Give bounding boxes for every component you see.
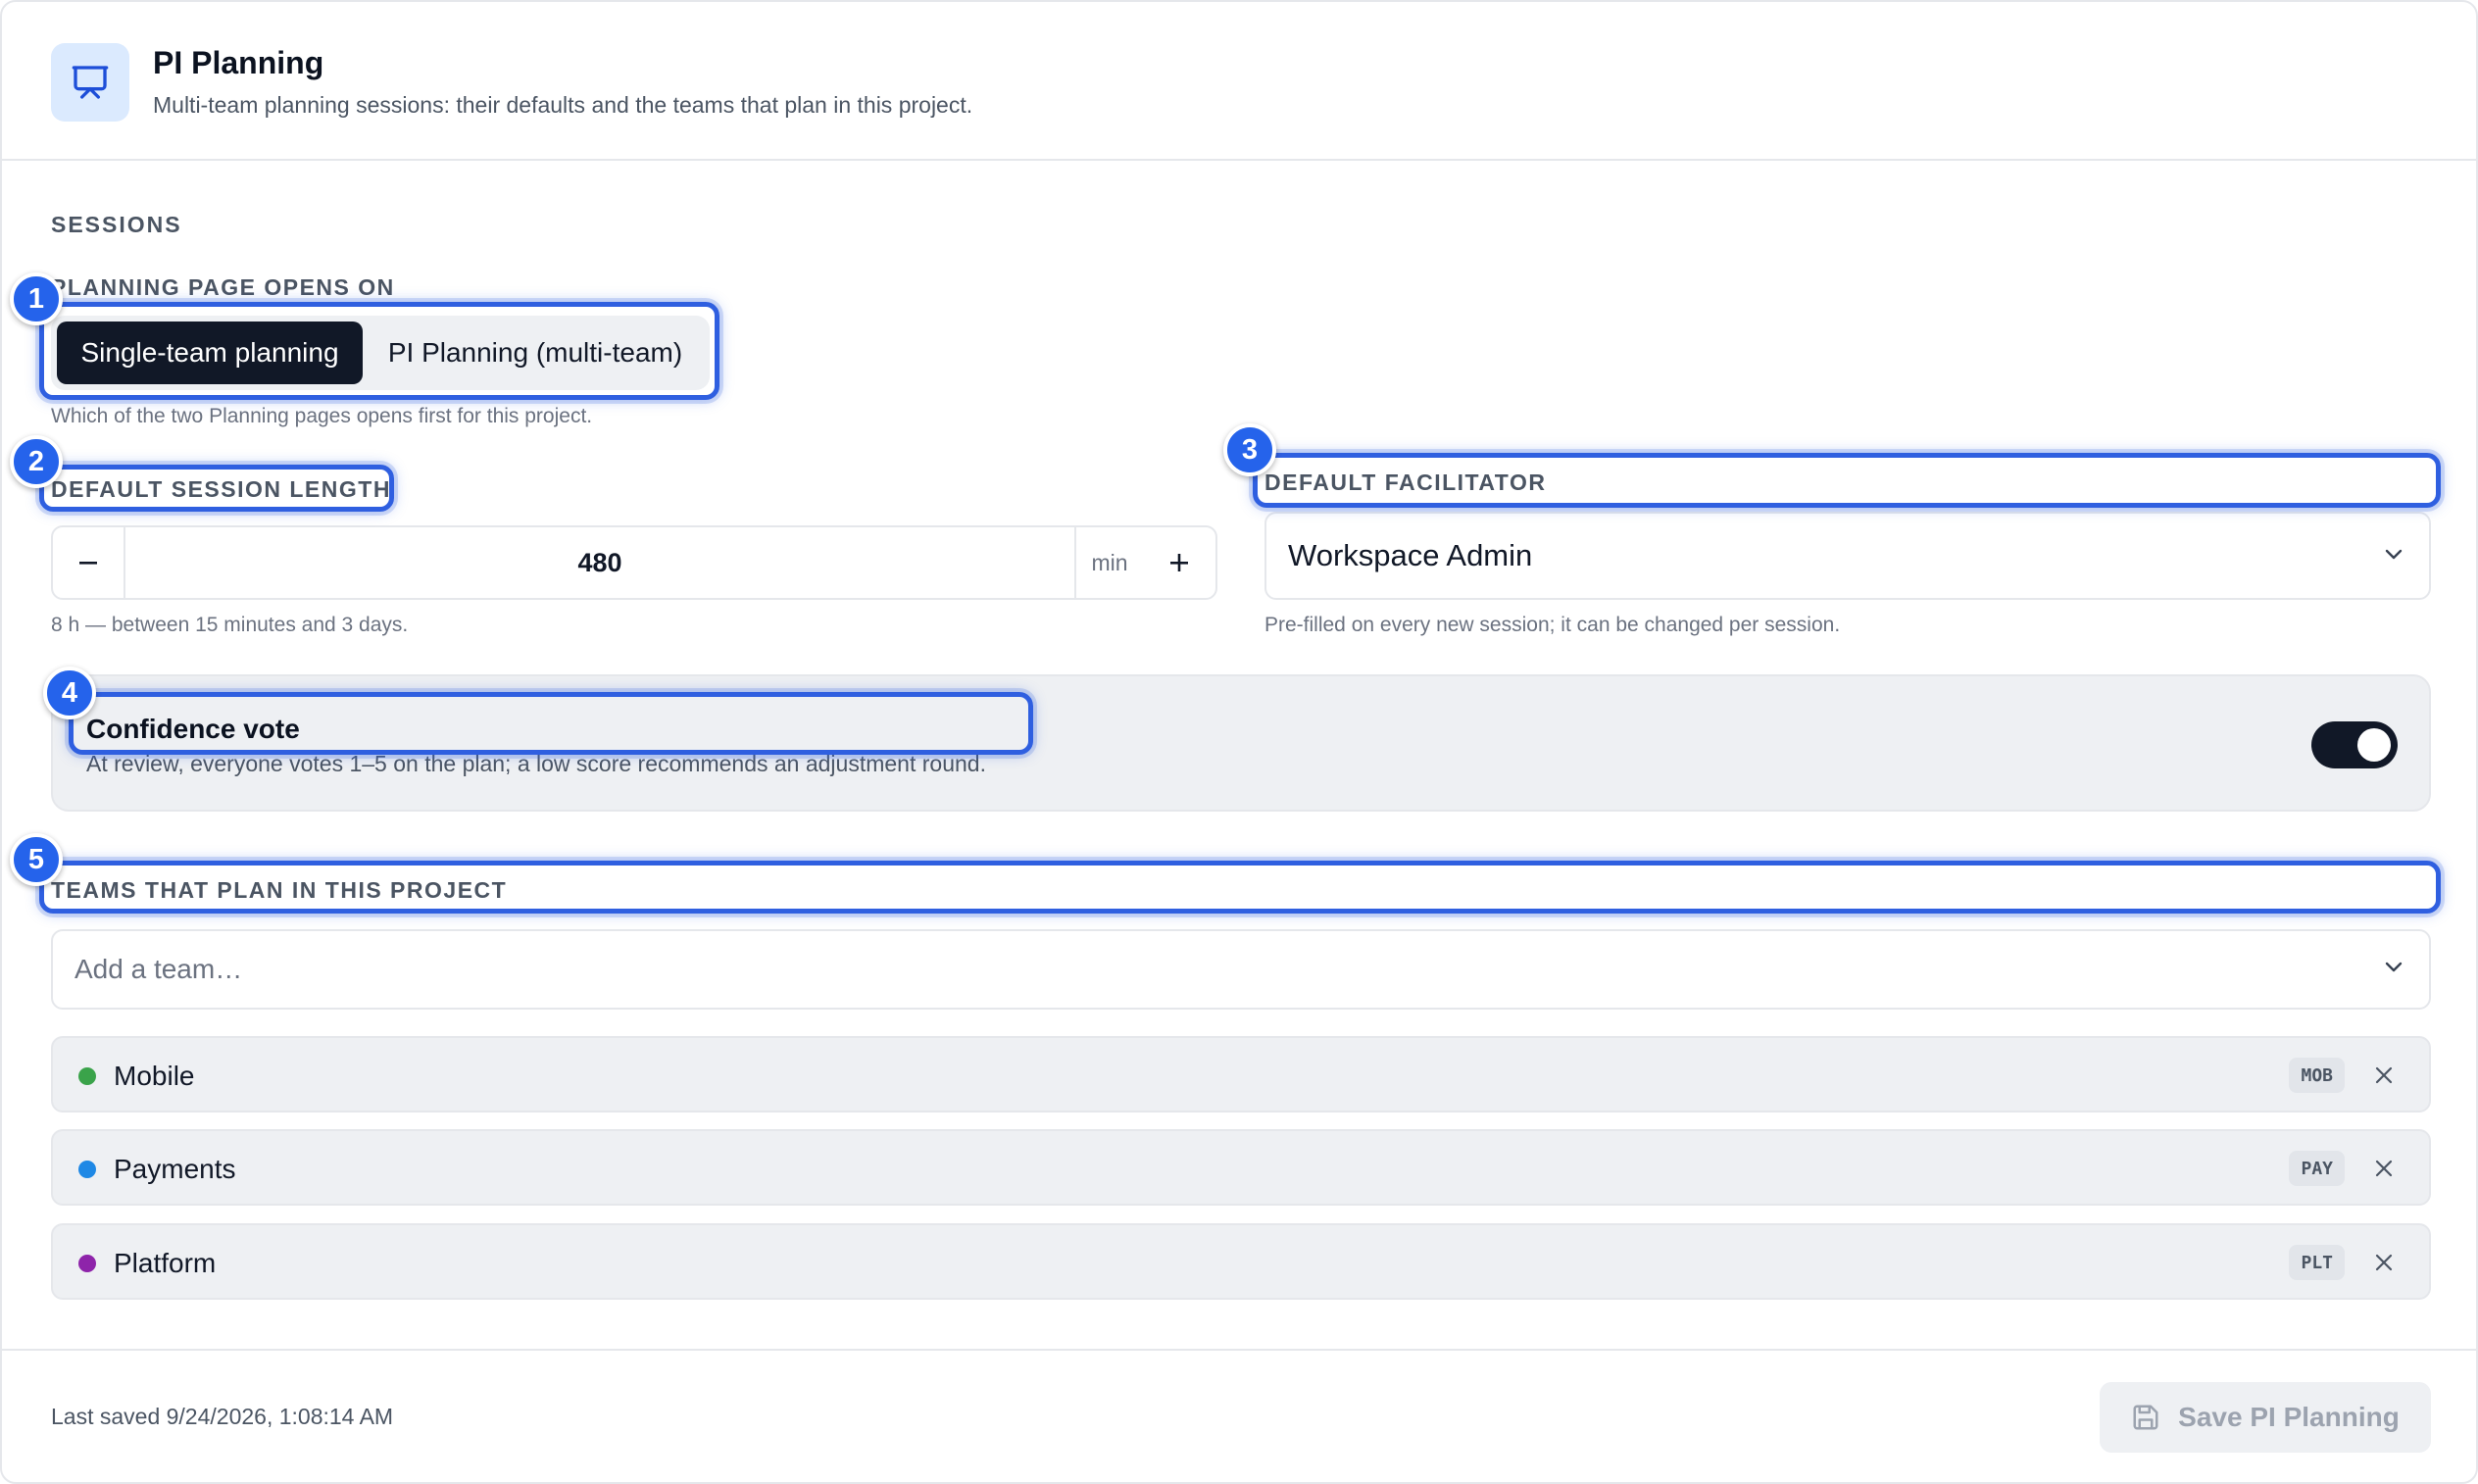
last-saved-text: Last saved 9/24/2026, 1:08:14 AM bbox=[51, 1404, 394, 1429]
plus-icon bbox=[1170, 554, 1188, 571]
annotation-marker-3: 3 bbox=[1223, 423, 1276, 476]
session-length-help: 8 h — between 15 minutes and 3 days. bbox=[51, 614, 409, 636]
team-color-dot bbox=[78, 1255, 96, 1272]
page-title: PI Planning bbox=[153, 45, 324, 80]
team-name: Platform bbox=[114, 1248, 217, 1278]
facilitator-help: Pre-filled on every new session; it can … bbox=[1264, 614, 1841, 636]
page-subtitle: Multi-team planning sessions: their defa… bbox=[153, 92, 973, 118]
save-pi-planning-button[interactable]: Save PI Planning bbox=[2100, 1382, 2431, 1453]
remove-team-button[interactable] bbox=[2370, 1249, 2398, 1276]
option-single-team-planning[interactable]: Single-team planning bbox=[57, 322, 363, 384]
team-color-dot bbox=[78, 1161, 96, 1178]
toggle-knob bbox=[2357, 728, 2391, 762]
annotation-marker-4: 4 bbox=[43, 667, 96, 719]
team-row-mobile: Mobile MOB bbox=[51, 1036, 2431, 1113]
confidence-vote-panel: Confidence vote At review, everyone vote… bbox=[51, 674, 2431, 812]
team-color-dot bbox=[78, 1067, 96, 1085]
team-row-platform: Platform PLT bbox=[51, 1223, 2431, 1300]
annotation-marker-1: 1 bbox=[10, 272, 63, 325]
opens-on-label: PLANNING PAGE OPENS ON bbox=[51, 274, 395, 300]
session-length-label: DEFAULT SESSION LENGTH bbox=[51, 476, 391, 502]
chevron-down-icon bbox=[2382, 538, 2405, 573]
pi-planning-settings-card: PI Planning Multi-team planning sessions… bbox=[0, 0, 2478, 1484]
confidence-vote-toggle[interactable] bbox=[2311, 721, 2398, 768]
facilitator-label: DEFAULT FACILITATOR bbox=[1264, 470, 1547, 495]
opens-on-segmented-control: Single-team planning PI Planning (multi-… bbox=[51, 316, 710, 390]
sessions-section-label: SESSIONS bbox=[51, 212, 182, 237]
close-icon bbox=[2375, 1254, 2393, 1271]
team-code-badge: PAY bbox=[2289, 1151, 2345, 1186]
team-code-badge: MOB bbox=[2289, 1058, 2345, 1093]
team-code-badge: PLT bbox=[2289, 1245, 2345, 1280]
confidence-vote-title: Confidence vote bbox=[86, 714, 300, 744]
opens-on-help: Which of the two Planning pages opens fi… bbox=[51, 405, 593, 427]
close-icon bbox=[2375, 1160, 2393, 1177]
facilitator-value: Workspace Admin bbox=[1288, 538, 1533, 572]
close-icon bbox=[2375, 1066, 2393, 1084]
session-length-input[interactable]: 480 bbox=[125, 527, 1074, 598]
annotation-marker-5: 5 bbox=[10, 833, 63, 886]
session-length-stepper: 480 min bbox=[51, 525, 1217, 600]
add-team-select[interactable]: Add a team… bbox=[51, 929, 2431, 1010]
facilitator-select[interactable]: Workspace Admin bbox=[1264, 512, 2431, 600]
footer-divider bbox=[2, 1349, 2476, 1351]
card-header: PI Planning Multi-team planning sessions… bbox=[2, 2, 2476, 161]
remove-team-button[interactable] bbox=[2370, 1062, 2398, 1089]
session-length-unit: min bbox=[1074, 527, 1143, 598]
minus-icon bbox=[79, 562, 97, 565]
annotation-marker-2: 2 bbox=[10, 435, 63, 488]
remove-team-button[interactable] bbox=[2370, 1155, 2398, 1182]
team-row-payments: Payments PAY bbox=[51, 1129, 2431, 1206]
team-name: Mobile bbox=[114, 1061, 195, 1091]
add-team-placeholder: Add a team… bbox=[74, 954, 243, 984]
increment-button[interactable] bbox=[1143, 527, 1215, 598]
chevron-down-icon bbox=[2382, 954, 2405, 985]
save-button-label: Save PI Planning bbox=[2178, 1402, 2400, 1432]
option-pi-planning-multi-team[interactable]: PI Planning (multi-team) bbox=[369, 322, 702, 384]
teams-label: TEAMS THAT PLAN IN THIS PROJECT bbox=[51, 877, 508, 903]
confidence-vote-description: At review, everyone votes 1–5 on the pla… bbox=[86, 751, 986, 776]
decrement-button[interactable] bbox=[53, 527, 125, 598]
team-name: Payments bbox=[114, 1154, 236, 1184]
save-icon bbox=[2133, 1405, 2158, 1430]
presentation-board-icon bbox=[51, 43, 129, 122]
